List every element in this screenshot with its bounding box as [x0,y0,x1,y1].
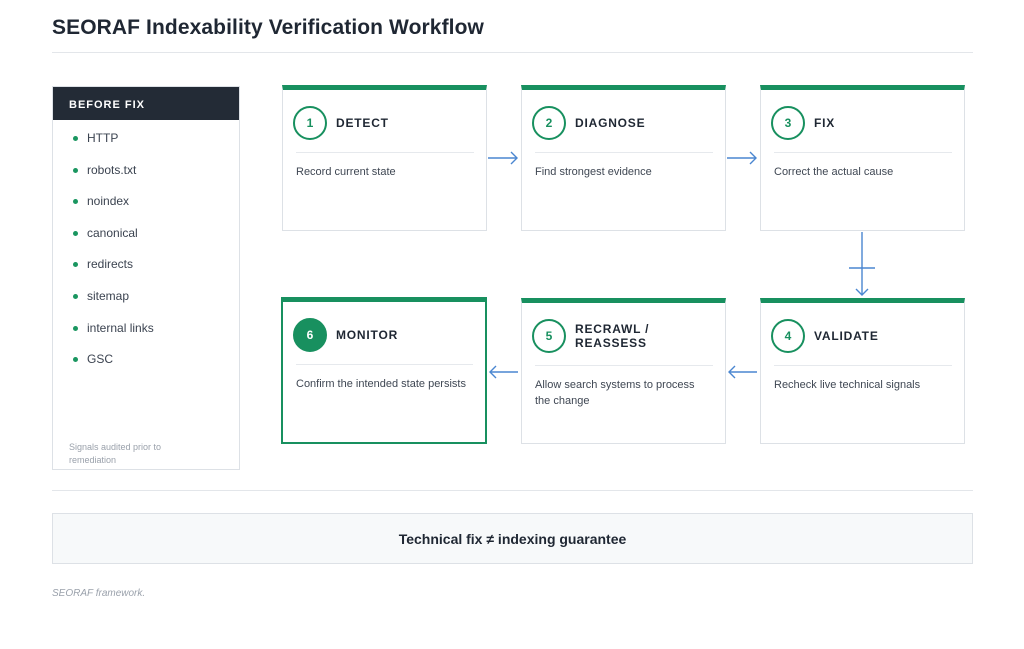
step-header: 1 DETECT [293,102,474,144]
source-footnote: SEORAF framework. [52,588,146,599]
step-divider [535,365,713,366]
step-recrawl-reassess: 5 RECRAWL / REASSESS Allow search system… [521,298,726,444]
step-title: RECRAWL / REASSESS [575,322,650,350]
section-divider [52,490,973,491]
step-description: Confirm the intended state persists [296,378,466,390]
step-description: Record current state [296,166,396,178]
step-header: 4 VALIDATE [771,315,952,357]
step-header: 6 MONITOR [293,314,473,356]
step-title: FIX [814,116,836,130]
step-description: Allow search systems to process the chan… [535,379,695,407]
step-header: 2 DIAGNOSE [532,102,713,144]
step-validate: 4 VALIDATE Recheck live technical signal… [760,298,965,444]
step-divider [535,152,713,153]
step-description: Find strongest evidence [535,166,652,178]
step-number-badge: 5 [532,319,566,353]
step-title: DIAGNOSE [575,116,646,130]
disclaimer-banner: Technical fix ≠ indexing guarantee [52,513,973,564]
step-header: 3 FIX [771,102,952,144]
step-number-badge: 1 [293,106,327,140]
step-header: 5 RECRAWL / REASSESS [532,315,713,357]
step-number-badge: 3 [771,106,805,140]
step-divider [296,364,473,365]
step-divider [774,365,952,366]
step-title: DETECT [336,116,389,130]
step-divider [296,152,474,153]
step-fix: 3 FIX Correct the actual cause [760,85,965,231]
step-number-badge: 4 [771,319,805,353]
step-title: VALIDATE [814,329,879,343]
step-number-badge: 2 [532,106,566,140]
step-number-badge: 6 [293,318,327,352]
step-description: Correct the actual cause [774,166,894,178]
step-detect: 1 DETECT Record current state [282,85,487,231]
step-description: Recheck live technical signals [774,379,921,391]
step-divider [774,152,952,153]
step-title: MONITOR [336,328,399,342]
step-diagnose: 2 DIAGNOSE Find strongest evidence [521,85,726,231]
disclaimer-text: Technical fix ≠ indexing guarantee [398,530,627,547]
step-monitor: 6 MONITOR Confirm the intended state per… [281,297,487,444]
